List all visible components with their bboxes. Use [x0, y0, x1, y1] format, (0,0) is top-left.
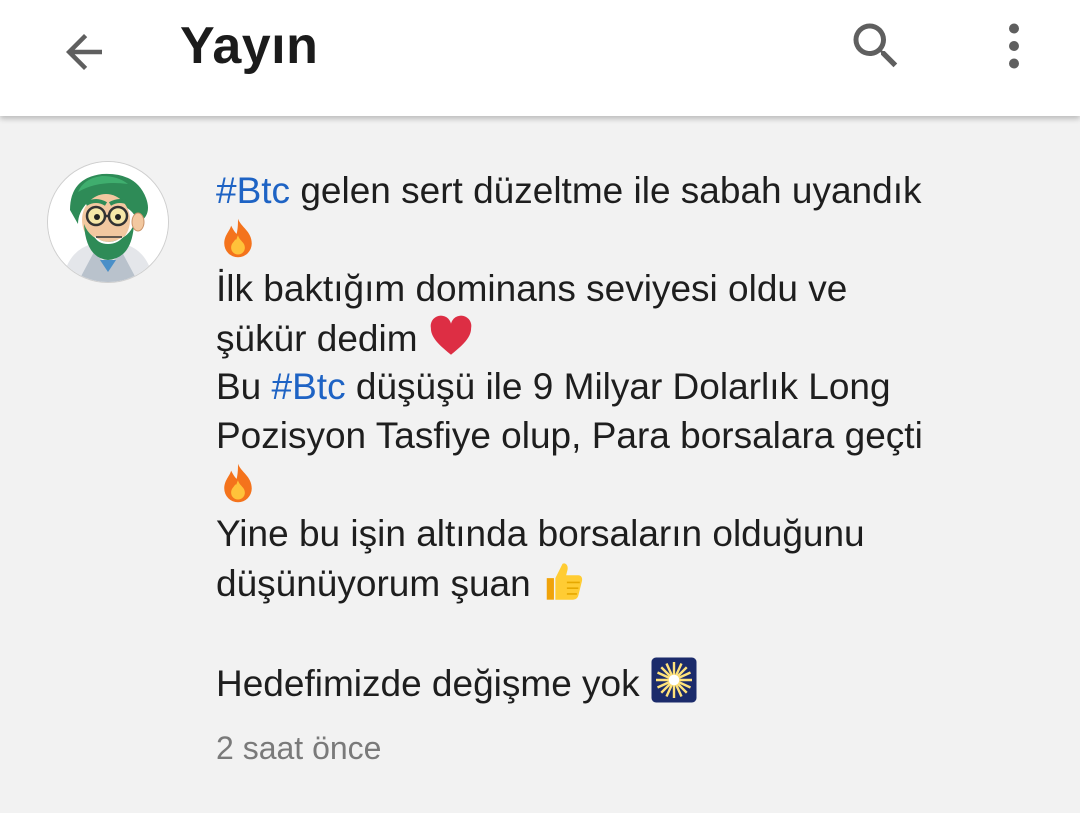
page-title: Yayın — [180, 17, 319, 75]
more-options-button[interactable] — [978, 6, 1050, 86]
post-line: Yine bu işin altında borsaların olduğunu — [216, 513, 865, 554]
post-line: Hedefimizde değişme yok — [216, 656, 1046, 705]
red-heart-emoji — [430, 315, 472, 355]
back-button[interactable] — [44, 12, 124, 92]
hashtag-link[interactable]: #Btc — [216, 170, 290, 211]
post-text-segment: düşüşü ile 9 Milyar Dolarlık Long — [345, 366, 891, 407]
post-line: şükür dedim — [216, 313, 1046, 362]
post-line — [216, 460, 1046, 509]
arrow-left-icon — [66, 34, 102, 70]
post-line: İlk baktığım dominans seviyesi oldu ve — [216, 268, 848, 309]
post-text-segment: Hedefimizde değişme yok — [216, 663, 650, 704]
fire-emoji — [224, 218, 252, 258]
fire-emoji — [224, 463, 252, 503]
post-line — [216, 215, 1046, 264]
sparkler-emoji — [651, 657, 697, 703]
post-line: düşünüyorum şuan — [216, 558, 1046, 607]
hashtag-link[interactable]: #Btc — [272, 366, 346, 407]
post-line: #Btc gelen sert düzeltme ile sabah uyand… — [216, 166, 1046, 215]
post-text: #Btc gelen sert düzeltme ile sabah uyand… — [216, 166, 1046, 705]
post-line: Pozisyon Tasfiye olup, Para borsalara ge… — [216, 415, 923, 456]
thumbs-up-emoji — [546, 563, 583, 600]
bearded-character-avatar — [48, 162, 168, 282]
avatar[interactable] — [48, 162, 168, 282]
post-text-segment: gelen sert düzeltme ile sabah uyandık — [290, 170, 922, 211]
more-vertical-icon — [1009, 23, 1019, 69]
app-bar: Yayın — [0, 0, 1080, 116]
post-line: Bu #Btc düşüşü ile 9 Milyar Dolarlık Lon… — [216, 362, 1046, 411]
post-timestamp: 2 saat önce — [216, 730, 382, 766]
post-text-segment: şükür dedim — [216, 318, 428, 359]
post-card: #Btc gelen sert düzeltme ile sabah uyand… — [0, 116, 1080, 813]
post-text-segment: düşünüyorum şuan — [216, 563, 541, 604]
search-button[interactable] — [836, 6, 916, 86]
search-icon — [853, 23, 898, 68]
post-text-segment: Bu — [216, 366, 272, 407]
